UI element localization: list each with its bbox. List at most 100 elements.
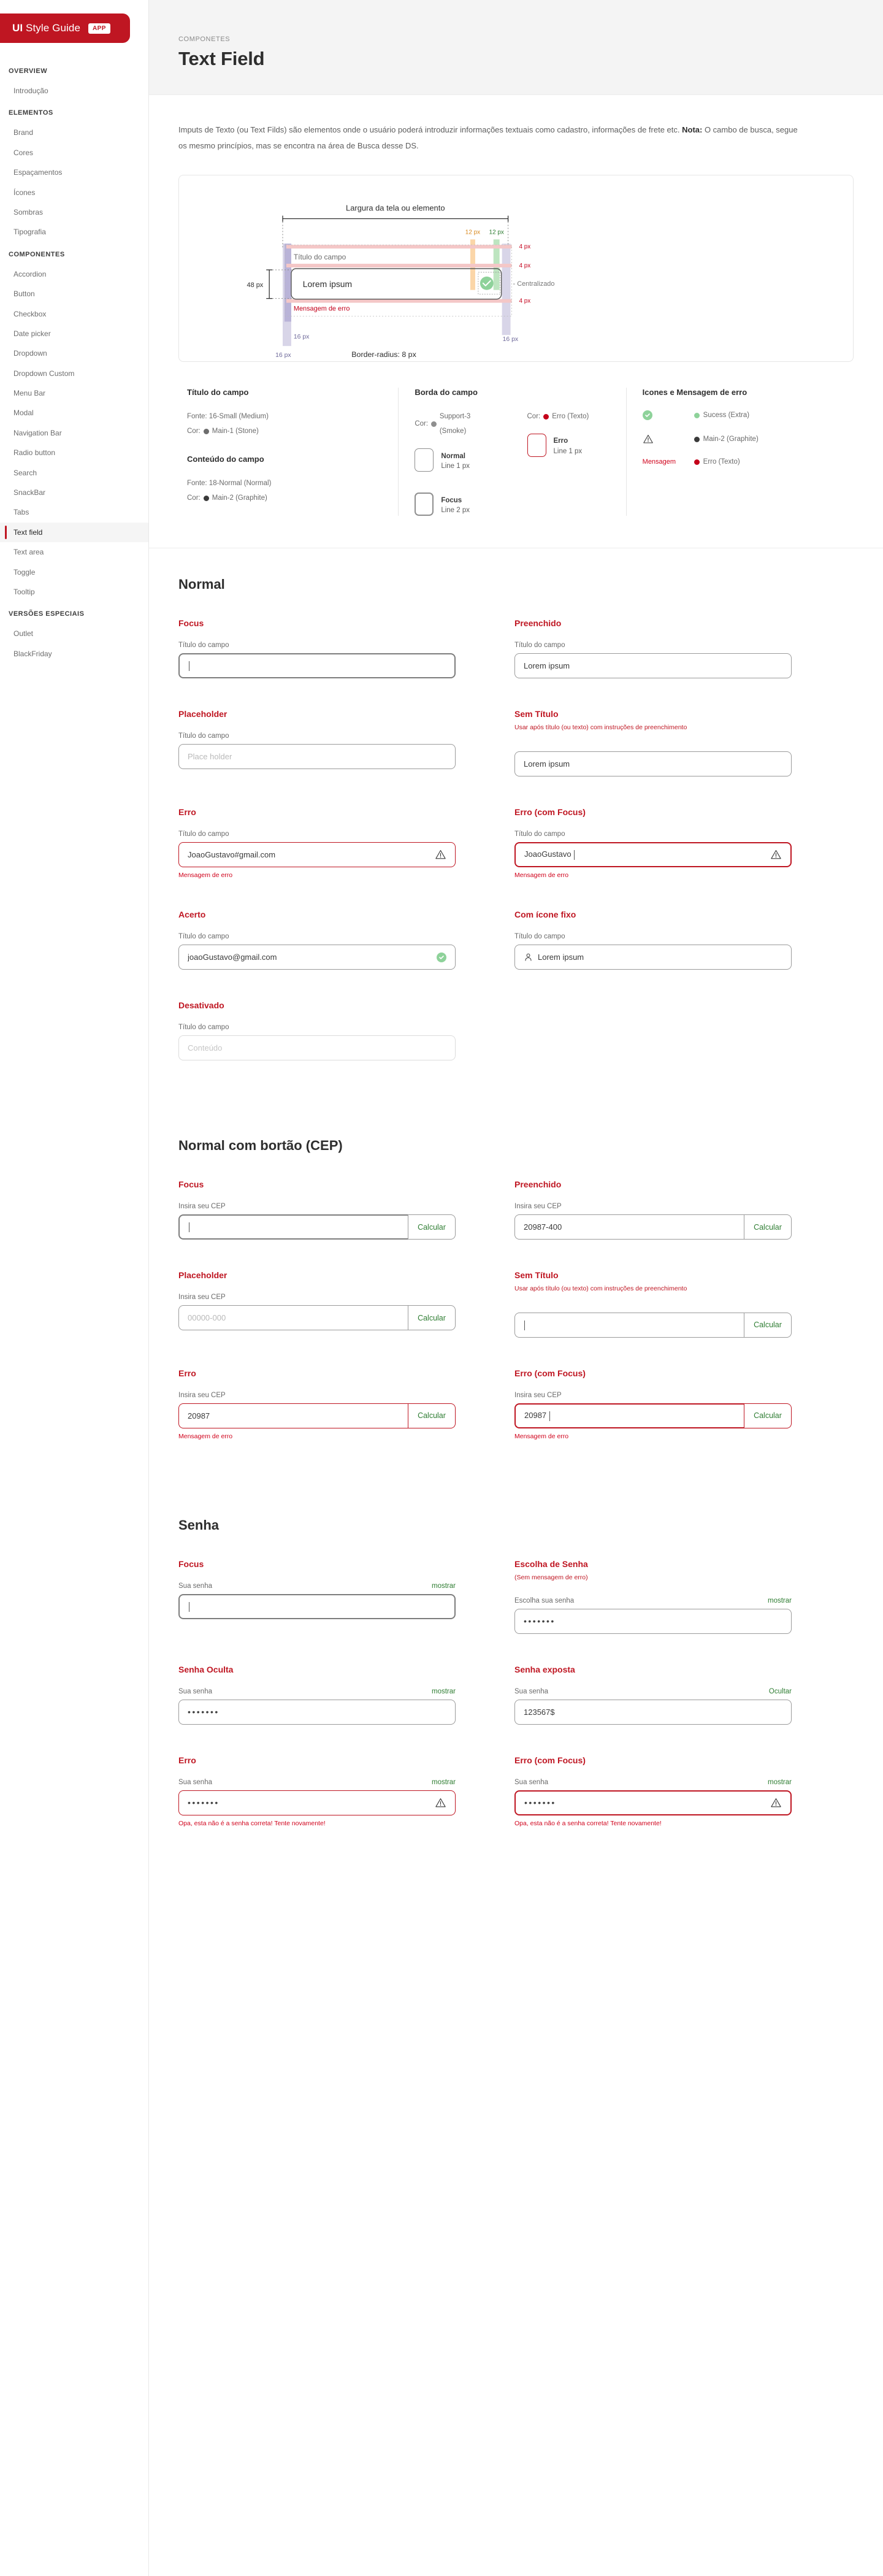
sidebar-item-toggle[interactable]: Toggle: [0, 562, 148, 582]
sidebar-item-accordion[interactable]: Accordion: [0, 264, 148, 284]
text-input[interactable]: JoaoGustavo#gmail.com: [178, 842, 456, 868]
cep-combo: Calcular: [514, 1312, 792, 1338]
text-input[interactable]: Lorem ipsum: [514, 751, 792, 777]
toggle-password-visibility-link[interactable]: mostrar: [768, 1597, 792, 1604]
field-label: Sua senha: [178, 1687, 212, 1695]
text-input[interactable]: •••••••: [178, 1790, 456, 1815]
border-demo-error: Erro Line 1 px: [527, 434, 610, 458]
text-input[interactable]: [514, 1312, 744, 1338]
sidebar-item-dropdown[interactable]: Dropdown: [0, 343, 148, 363]
sidebar-item-radio-button[interactable]: Radio button: [0, 443, 148, 462]
sidebar-item-dropdown-custom[interactable]: Dropdown Custom: [0, 364, 148, 383]
sidebar-item-button[interactable]: Button: [0, 284, 148, 304]
cell-note: (Sem mensagem de erro): [514, 1573, 588, 1581]
field-cell-erro-com-focus: Erro (com Focus) Título do campo JoaoGusta…: [514, 807, 792, 879]
sidebar-item-snackbar[interactable]: SnackBar: [0, 483, 148, 502]
sidebar-item-cores[interactable]: Cores: [0, 143, 148, 163]
sidebar-item-espaçamentos[interactable]: Espaçamentos: [0, 163, 148, 182]
text-input[interactable]: joaoGustavo@gmail.com: [178, 945, 456, 970]
toggle-password-visibility-link[interactable]: mostrar: [432, 1779, 456, 1786]
text-input[interactable]: 20987: [514, 1403, 744, 1428]
text-input[interactable]: [178, 653, 456, 679]
text-input[interactable]: •••••••: [178, 1699, 456, 1725]
field-label: Título do campo: [178, 1024, 229, 1032]
spec-col1-font: Fonte: 16-Small (Medium): [187, 413, 269, 420]
field-label: Título do campo: [178, 732, 229, 740]
text-input[interactable]: 20987-400: [514, 1214, 744, 1240]
text-input[interactable]: [178, 1214, 408, 1240]
text-input[interactable]: •••••••: [514, 1790, 792, 1815]
sidebar-item-search[interactable]: Search: [0, 463, 148, 483]
diagram-16px-left-inner: 16 px: [294, 334, 310, 340]
sidebar-item-introdução[interactable]: Introdução: [0, 81, 148, 101]
border-normal-label: Normal: [441, 452, 465, 460]
toggle-password-visibility-link[interactable]: mostrar: [432, 1582, 456, 1590]
calcular-button[interactable]: Calcular: [744, 1403, 792, 1428]
border-swatch-error: [527, 434, 546, 458]
calcular-button[interactable]: Calcular: [408, 1403, 456, 1428]
sidebar-item-sombras[interactable]: Sombras: [0, 202, 148, 222]
text-input[interactable]: JoaoGustavo: [514, 842, 792, 868]
nav-group-overview: OVERVIEW: [9, 67, 48, 75]
spec-icon-row-message: Mensagem Erro (Texto): [643, 458, 838, 466]
nav-group-versões-especiais: VERSÕES ESPECIAIS: [9, 610, 85, 618]
sidebar-item-date-picker[interactable]: Date picker: [0, 324, 148, 343]
field-cell-erro: Erro Sua senha mostrar ••••••• Opa, esta não…: [178, 1755, 456, 1827]
calcular-button[interactable]: Calcular: [744, 1214, 792, 1240]
calcular-button[interactable]: Calcular: [408, 1305, 456, 1331]
sidebar-item-ícones[interactable]: Ícones: [0, 183, 148, 202]
field-cell-preenchido: Preenchido Insira seu CEP 20987-400 Calcula…: [514, 1179, 792, 1240]
sidebar-item-tooltip[interactable]: Tooltip: [0, 582, 148, 602]
text-input[interactable]: •••••••: [514, 1608, 792, 1634]
input-value: Lorem ipsum: [524, 661, 570, 671]
sidebar-item-brand[interactable]: Brand: [0, 123, 148, 142]
spec-col2-heading: Borda do campo: [415, 388, 478, 397]
sidebar-item-tipografia[interactable]: Tipografia: [0, 222, 148, 242]
border-demo-normal-col: Cor: Support-3 (Smoke) Normal Line 1 px: [415, 409, 497, 516]
sidebar-item-blackfriday[interactable]: BlackFriday: [0, 644, 148, 664]
toggle-password-visibility-link[interactable]: mostrar: [432, 1688, 456, 1695]
spec-col2-left-color-row: Cor: Support-3 (Smoke): [415, 409, 497, 439]
sidebar-item-tabs[interactable]: Tabs: [0, 502, 148, 522]
border-demo-normal: Normal Line 1 px: [415, 448, 497, 472]
input-value: JoaoGustavo#gmail.com: [188, 850, 276, 860]
text-input[interactable]: [178, 1593, 456, 1619]
toggle-password-visibility-link[interactable]: Ocultar: [769, 1688, 792, 1695]
brand-logo[interactable]: UI Style Guide APP: [0, 13, 130, 43]
spec-col3-row3-icon-text: Mensagem: [642, 458, 676, 466]
border-demos: Cor: Support-3 (Smoke) Normal Line 1 px: [415, 409, 610, 516]
error-helper-text: Mensagem de erro: [514, 872, 569, 880]
sidebar-item-outlet[interactable]: Outlet: [0, 624, 148, 643]
text-input[interactable]: 00000-000: [178, 1305, 408, 1331]
text-input[interactable]: Lorem ipsum: [514, 945, 792, 970]
text-input[interactable]: Lorem ipsum: [514, 653, 792, 679]
calcular-button[interactable]: Calcular: [408, 1214, 456, 1240]
sidebar-item-text-field[interactable]: Text field: [0, 522, 148, 543]
field-wrap: Insira seu CEP 20987 Calcular Mensagem de …: [514, 1392, 792, 1440]
field-label: Escolha sua senha: [514, 1597, 575, 1604]
border-error-label: Erro: [553, 437, 568, 445]
text-input[interactable]: 20987: [178, 1403, 408, 1428]
sidebar-item-navigation-bar[interactable]: Navigation Bar: [0, 423, 148, 443]
sidebar-item-modal[interactable]: Modal: [0, 403, 148, 423]
cell-title: Preenchido: [514, 618, 562, 629]
text-input[interactable]: 123567$: [514, 1699, 792, 1725]
toggle-password-visibility-link[interactable]: mostrar: [768, 1779, 792, 1786]
border-focus-sub: Line 2 px: [441, 507, 470, 515]
text-input[interactable]: Conteúdo: [178, 1035, 456, 1061]
sidebar-item-checkbox[interactable]: Checkbox: [0, 304, 148, 324]
calcular-button[interactable]: Calcular: [744, 1312, 792, 1338]
field-wrap: Título do campo Lorem ipsum: [514, 642, 792, 679]
field-label-row: Sua senha Ocultar: [514, 1688, 792, 1695]
text-input[interactable]: Place holder: [178, 744, 456, 770]
sidebar-item-menu-bar[interactable]: Menu Bar: [0, 383, 148, 403]
spec-col3-row3-label: Erro (Texto): [703, 458, 740, 466]
border-focus-label: Focus: [441, 496, 462, 504]
spec-col1-color-prefix2: Cor:: [187, 494, 201, 502]
sidebar-item-text-area[interactable]: Text area: [0, 542, 148, 562]
color-dot-smoke: [431, 421, 437, 427]
input-value: Lorem ipsum: [524, 759, 570, 769]
section-senha: Senha Focus Sua senha mostrar Escolha de Se…: [149, 1489, 883, 1876]
field-label-row: Título do campo: [178, 830, 456, 838]
spec-col1-heading: Título do campo: [187, 388, 249, 397]
